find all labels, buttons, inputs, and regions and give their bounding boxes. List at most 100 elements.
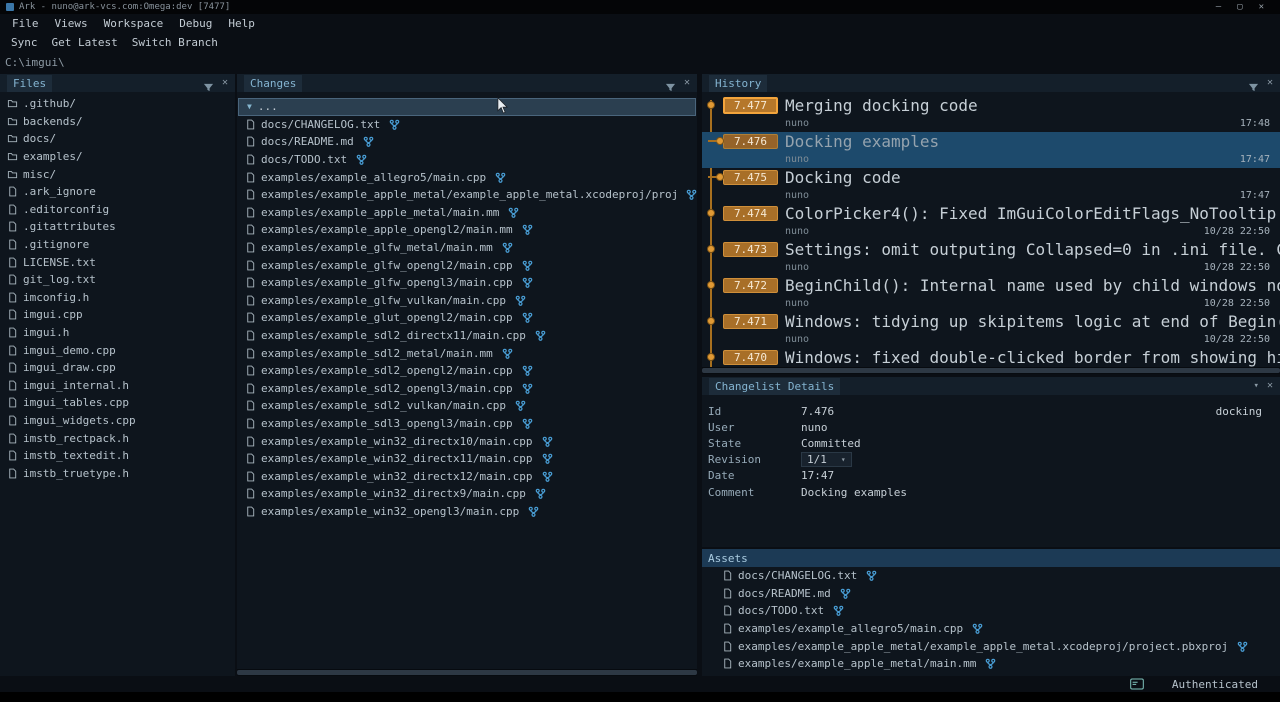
history-horizontal-scrollbar[interactable] [702, 367, 1280, 374]
comment-text[interactable]: Docking examples [801, 486, 1264, 536]
asset-row[interactable]: docs/README.md [702, 585, 1280, 603]
revision-dropdown[interactable]: 1/1 ▾ [801, 452, 852, 467]
file-tree-item[interactable]: .ark_ignore [0, 183, 235, 201]
chevron-down-icon[interactable]: ▾ [1254, 381, 1259, 391]
branch-icon [515, 400, 526, 411]
changed-file-row[interactable]: docs/CHANGELOG.txt [237, 116, 697, 134]
changed-file-row[interactable]: examples/example_win32_directx12/main.cp… [237, 467, 697, 485]
asset-row[interactable]: examples/example_allegro5/main.cpp [702, 620, 1280, 638]
history-panel-title: History [709, 75, 767, 92]
file-icon [245, 488, 256, 499]
changed-file-row[interactable]: docs/README.md [237, 133, 697, 151]
changed-file-row[interactable]: examples/example_glut_opengl2/main.cpp [237, 309, 697, 327]
changed-file-row[interactable]: examples/example_win32_directx11/main.cp… [237, 450, 697, 468]
close-button[interactable]: ✕ [1259, 0, 1264, 14]
file-tree-item[interactable]: imgui_draw.cpp [0, 359, 235, 377]
file-tree-item[interactable]: imgui.cpp [0, 306, 235, 324]
commit-row[interactable]: 7.473 Settings: omit outputing Collapsed… [702, 240, 1280, 276]
file-tree-item[interactable]: misc/ [0, 165, 235, 183]
close-panel-icon[interactable]: ✕ [1267, 381, 1273, 391]
changed-file-row[interactable]: examples/example_glfw_opengl2/main.cpp [237, 256, 697, 274]
file-tree-item[interactable]: .gitignore [0, 236, 235, 254]
changed-file-row[interactable]: examples/example_win32_directx10/main.cp… [237, 432, 697, 450]
menu-item[interactable]: Debug [171, 17, 220, 30]
file-tree-item[interactable]: imgui_internal.h [0, 377, 235, 395]
commit-row[interactable]: 7.476 Docking examples nuno 17:47 [702, 132, 1280, 168]
changeset-badge[interactable]: 7.474 [723, 206, 778, 221]
changeset-badge[interactable]: 7.472 [723, 278, 778, 293]
changed-file-row[interactable]: examples/example_glfw_vulkan/main.cpp [237, 292, 697, 310]
changed-file-row[interactable]: docs/TODO.txt [237, 151, 697, 169]
assets-header[interactable]: Assets [702, 549, 1280, 567]
files-panel-header: Files ✕ [0, 74, 235, 92]
changed-file-row[interactable]: examples/example_glfw_opengl3/main.cpp [237, 274, 697, 292]
changeset-badge[interactable]: 7.476 [723, 134, 778, 149]
asset-row[interactable]: docs/CHANGELOG.txt [702, 567, 1280, 585]
file-tree-item[interactable]: .github/ [0, 95, 235, 113]
menu-item[interactable]: Views [47, 17, 96, 30]
file-tree-item[interactable]: docs/ [0, 130, 235, 148]
asset-row[interactable]: docs/TODO.txt [702, 602, 1280, 620]
changed-file-row[interactable]: examples/example_sdl3_opengl3/main.cpp [237, 415, 697, 433]
changed-file-row[interactable]: examples/example_allegro5/main.cpp [237, 168, 697, 186]
changed-file-row[interactable]: examples/example_win32_opengl3/main.cpp [237, 503, 697, 521]
menu-item[interactable]: Workspace [96, 17, 172, 30]
toolbar-button[interactable]: Switch Branch [125, 36, 225, 49]
close-panel-icon[interactable]: ✕ [222, 78, 228, 88]
commit-row[interactable]: 7.470 Windows: fixed double-clicked bord… [702, 348, 1280, 367]
changes-horizontal-scrollbar[interactable] [237, 669, 697, 676]
file-tree-item[interactable]: imstb_truetype.h [0, 464, 235, 482]
changed-file-row[interactable]: examples/example_apple_opengl2/main.mm [237, 221, 697, 239]
file-tree-item[interactable]: .editorconfig [0, 201, 235, 219]
asset-row[interactable]: examples/example_apple_metal/main.mm [702, 655, 1280, 673]
commit-row[interactable]: 7.471 Windows: tidying up skipitems logi… [702, 312, 1280, 348]
file-tree-item[interactable]: LICENSE.txt [0, 253, 235, 271]
minimize-button[interactable]: – [1216, 0, 1221, 14]
file-tree-item[interactable]: imstb_textedit.h [0, 447, 235, 465]
changed-file-row[interactable]: examples/example_sdl2_directx11/main.cpp [237, 327, 697, 345]
toolbar-button[interactable]: Sync [4, 36, 45, 49]
filter-icon[interactable] [203, 78, 214, 89]
changeset-badge[interactable]: 7.470 [723, 350, 778, 365]
file-tree-item[interactable]: imconfig.h [0, 289, 235, 307]
file-tree-item[interactable]: imstb_rectpack.h [0, 429, 235, 447]
changed-file-row[interactable]: examples/example_sdl2_opengl3/main.cpp [237, 380, 697, 398]
changed-file-row[interactable]: examples/example_win32_directx9/main.cpp [237, 485, 697, 503]
toolbar-button[interactable]: Get Latest [45, 36, 125, 49]
close-panel-icon[interactable]: ✕ [1267, 78, 1273, 88]
changed-file-row[interactable]: examples/example_apple_metal/example_app… [237, 186, 697, 204]
menu-item[interactable]: File [4, 17, 47, 30]
commit-row[interactable]: 7.474 ColorPicker4(): Fixed ImGuiColorEd… [702, 204, 1280, 240]
commit-row[interactable]: 7.472 BeginChild(): Internal name used b… [702, 276, 1280, 312]
file-tree-item[interactable]: backends/ [0, 113, 235, 131]
changed-file-row[interactable]: examples/example_glfw_metal/main.mm [237, 239, 697, 257]
changed-file-row[interactable]: examples/example_apple_metal/main.mm [237, 204, 697, 222]
changeset-badge[interactable]: 7.473 [723, 242, 778, 257]
commit-time: 10/28 22:50 [1204, 226, 1280, 237]
commit-row[interactable]: 7.475 Docking code nuno 17:47 [702, 168, 1280, 204]
changed-file-row[interactable]: examples/example_sdl2_metal/main.mm [237, 344, 697, 362]
file-tree-item[interactable]: imgui_tables.cpp [0, 394, 235, 412]
changes-root-row[interactable]: ▼ ... [238, 98, 696, 116]
filter-icon[interactable] [665, 78, 676, 89]
changed-file-row[interactable]: examples/example_sdl2_vulkan/main.cpp [237, 397, 697, 415]
file-tree-item[interactable]: git_log.txt [0, 271, 235, 289]
close-panel-icon[interactable]: ✕ [684, 78, 690, 88]
changed-file-path: examples/example_sdl2_opengl2/main.cpp [261, 364, 513, 377]
expander-icon[interactable]: ▼ [247, 102, 252, 111]
menu-item[interactable]: Help [220, 17, 263, 30]
changed-file-row[interactable]: examples/example_sdl2_opengl2/main.cpp [237, 362, 697, 380]
changeset-badge[interactable]: 7.477 [723, 97, 778, 114]
commit-row[interactable]: 7.477 Merging docking code nuno 17:48 [702, 96, 1280, 132]
filter-icon[interactable] [1248, 78, 1259, 89]
maximize-button[interactable]: ▢ [1237, 0, 1242, 14]
file-tree-item[interactable]: imgui_widgets.cpp [0, 412, 235, 430]
changeset-badge[interactable]: 7.471 [723, 314, 778, 329]
file-tree-item[interactable]: imgui_demo.cpp [0, 341, 235, 359]
file-tree-item[interactable]: imgui.h [0, 324, 235, 342]
branch-icon [833, 605, 844, 616]
file-tree-item[interactable]: examples/ [0, 148, 235, 166]
asset-row[interactable]: examples/example_apple_metal/example_app… [702, 637, 1280, 655]
changeset-badge[interactable]: 7.475 [723, 170, 778, 185]
file-tree-item[interactable]: .gitattributes [0, 218, 235, 236]
